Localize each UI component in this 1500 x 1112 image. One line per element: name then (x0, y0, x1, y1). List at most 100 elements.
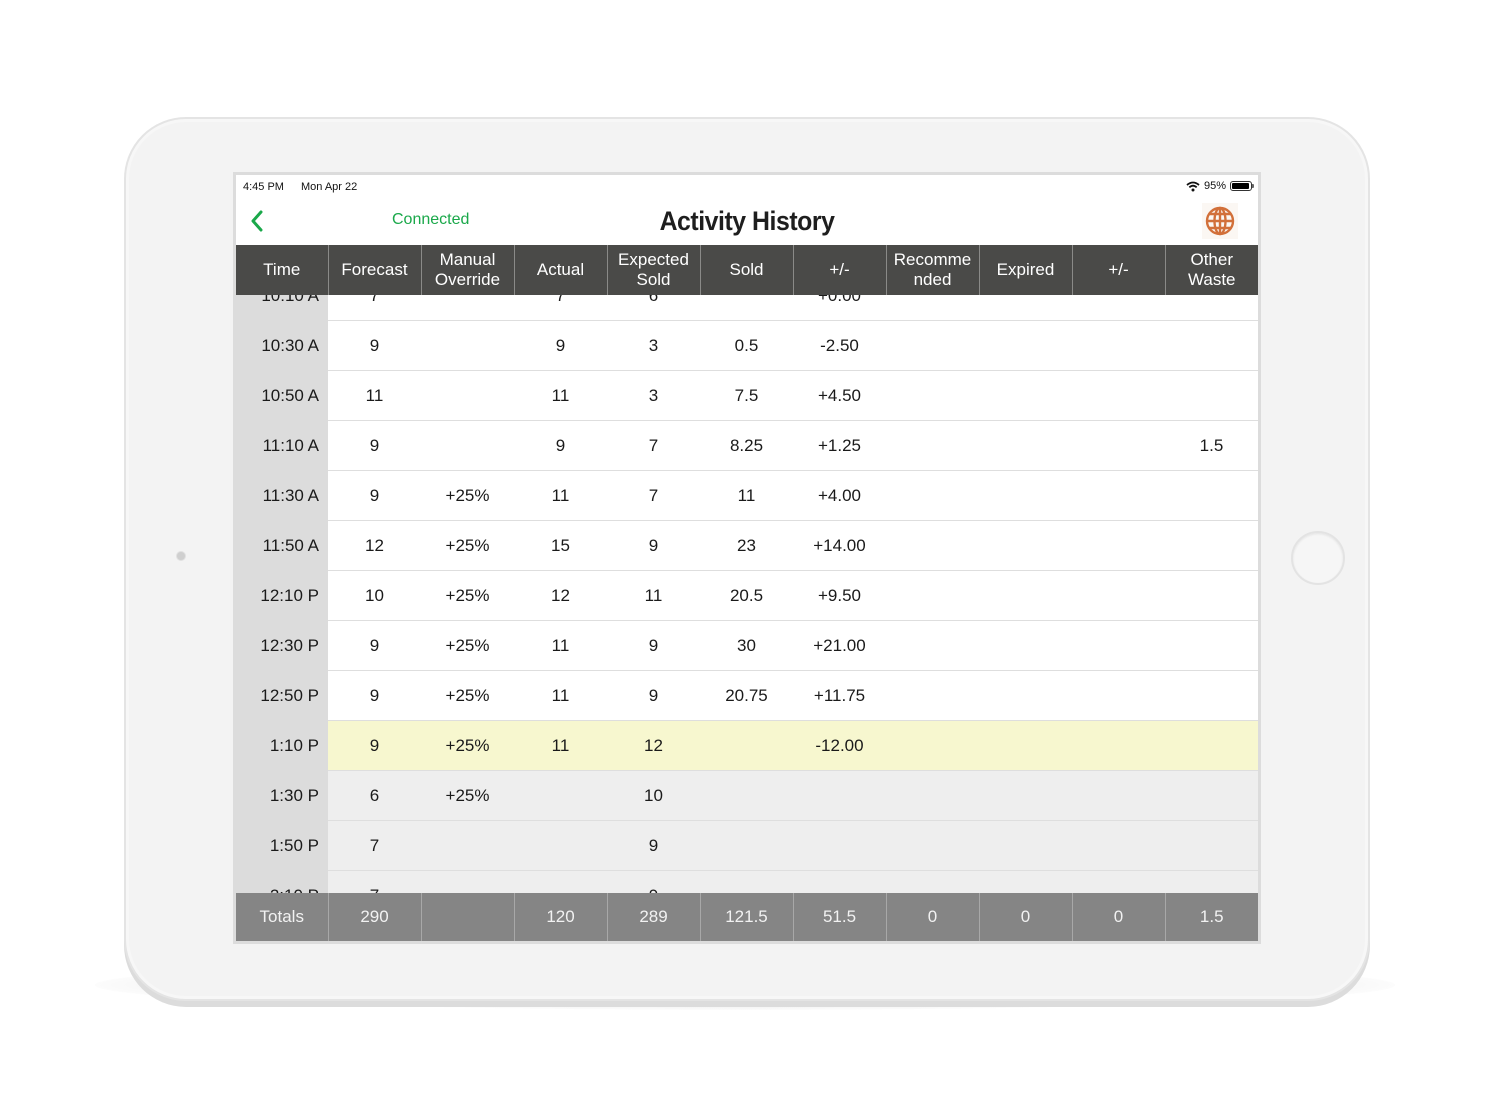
cell-other-waste (1165, 570, 1258, 621)
table-row[interactable]: 11:50 A 12 +25% 15 9 23 +14.00 (236, 520, 1258, 571)
cell-expected-sold: 10 (607, 770, 700, 821)
cell-recommended (886, 720, 979, 771)
column-header-time[interactable]: Time (236, 245, 329, 295)
cell-sold (700, 720, 793, 771)
table-row[interactable]: 12:10 P 10 +25% 12 11 20.5 +9.50 (236, 570, 1258, 621)
table-row[interactable]: 11:30 A 9 +25% 11 7 11 +4.00 (236, 470, 1258, 521)
table-row-current[interactable]: 1:10 P 9 +25% 11 12 -12.00 (236, 720, 1258, 771)
column-header-manual-override[interactable]: Manual Override (421, 245, 515, 295)
table-row[interactable]: 2:10 P7 9 (236, 870, 1258, 893)
status-date: Mon Apr 22 (301, 181, 358, 193)
column-header-label: Override (434, 270, 501, 289)
cell-time: 1:50 P (236, 820, 328, 871)
cell-sold-diff: +14.00 (793, 520, 886, 571)
cell-other-waste (1165, 370, 1258, 421)
column-header-label: Time (263, 260, 301, 279)
cell-expected-sold: 7 (607, 420, 700, 471)
table-row[interactable]: 12:30 P 9 +25% 11 9 30 +21.00 (236, 620, 1258, 671)
cell-sold: 20.75 (700, 670, 793, 721)
cell-actual (514, 820, 607, 871)
column-header-label: Recomme (893, 250, 972, 269)
cell-expired (979, 620, 1072, 671)
cell-time: 11:30 A (236, 470, 328, 521)
cell-time: 2:10 P (236, 870, 328, 893)
cell-other-waste: 1.5 (1165, 420, 1258, 471)
cell-sold (700, 295, 793, 321)
cell-sold-diff (793, 870, 886, 893)
cell-recommended (886, 320, 979, 371)
column-header-expired[interactable]: Expired (979, 245, 1073, 295)
column-header-sold-diff[interactable]: +/- (793, 245, 887, 295)
total-manual-override (421, 893, 515, 941)
home-button[interactable] (1291, 531, 1345, 585)
cell-actual: 11 (514, 470, 607, 521)
cell-expired-diff (1072, 870, 1165, 893)
cell-forecast: 6 (328, 770, 421, 821)
cell-manual-override (421, 320, 514, 371)
cell-sold: 23 (700, 520, 793, 571)
total-recommended: 0 (886, 893, 980, 941)
cell-forecast: 7 (328, 820, 421, 871)
column-header-expected-sold[interactable]: Expected Sold (607, 245, 701, 295)
cell-expired-diff (1072, 820, 1165, 871)
cell-forecast: 12 (328, 520, 421, 571)
table-body: 10:10 A 7 7 6 +0.00 10:30 A 9 9 3 0.5 -2.50 10:50 A… (236, 295, 1258, 893)
column-header-forecast[interactable]: Forecast (328, 245, 422, 295)
cell-sold-diff: +0.00 (793, 295, 886, 321)
cell-expired (979, 520, 1072, 571)
table-row[interactable]: 1:50 P7 9 (236, 820, 1258, 871)
chevron-left-icon[interactable] (246, 207, 270, 235)
cell-expected-sold: 7 (607, 470, 700, 521)
totals-label: Totals (236, 893, 329, 941)
cell-expected-sold: 6 (607, 295, 700, 321)
cell-expected-sold: 9 (607, 620, 700, 671)
column-header-recommended[interactable]: Recomme nded (886, 245, 980, 295)
cell-expected-sold: 9 (607, 820, 700, 871)
cell-recommended (886, 870, 979, 893)
cell-other-waste (1165, 620, 1258, 671)
column-header-expired-diff[interactable]: +/- (1072, 245, 1166, 295)
cell-sold-diff: +21.00 (793, 620, 886, 671)
cell-recommended (886, 520, 979, 571)
table-row[interactable]: 12:50 P 9 +25% 11 9 20.75 +11.75 (236, 670, 1258, 721)
globe-icon[interactable] (1202, 203, 1238, 239)
table-row[interactable]: 10:30 A 9 9 3 0.5 -2.50 (236, 320, 1258, 371)
cell-time: 12:50 P (236, 670, 328, 721)
column-header-sold[interactable]: Sold (700, 245, 794, 295)
cell-recommended (886, 820, 979, 871)
cell-sold: 11 (700, 470, 793, 521)
total-actual: 120 (514, 893, 608, 941)
table-row[interactable]: 11:10 A 9 9 7 8.25 +1.25 1.5 (236, 420, 1258, 471)
cell-other-waste (1165, 870, 1258, 893)
cell-manual-override: +25% (421, 470, 514, 521)
column-header-other-waste[interactable]: Other Waste (1165, 245, 1258, 295)
cell-time: 10:50 A (236, 370, 328, 421)
cell-expired-diff (1072, 295, 1165, 321)
cell-expired-diff (1072, 370, 1165, 421)
cell-actual (514, 870, 607, 893)
table-row[interactable]: 10:10 A 7 7 6 +0.00 (236, 295, 1258, 321)
cell-recommended (886, 470, 979, 521)
cell-sold-diff: +4.00 (793, 470, 886, 521)
column-header-actual[interactable]: Actual (514, 245, 608, 295)
cell-expired (979, 820, 1072, 871)
cell-forecast: 9 (328, 670, 421, 721)
cell-manual-override: +25% (421, 770, 514, 821)
table-row[interactable]: 10:50 A 11 11 3 7.5 +4.50 (236, 370, 1258, 421)
column-header-label: +/- (1108, 260, 1129, 279)
battery-icon (1230, 181, 1254, 191)
table-row[interactable]: 1:30 P 6 +25% 10 (236, 770, 1258, 821)
cell-sold: 30 (700, 620, 793, 671)
cell-forecast: 10 (328, 570, 421, 621)
cell-actual: 12 (514, 570, 607, 621)
cell-time: 11:50 A (236, 520, 328, 571)
cell-recommended (886, 670, 979, 721)
cell-other-waste (1165, 670, 1258, 721)
cell-manual-override: +25% (421, 670, 514, 721)
cell-expected-sold: 12 (607, 720, 700, 771)
screen: 4:45 PM Mon Apr 22 95% Connected Activit… (233, 172, 1261, 944)
table-body-scroll[interactable]: 10:10 A 7 7 6 +0.00 10:30 A 9 9 3 0.5 -2.50 10:50 A… (236, 295, 1258, 893)
cell-expected-sold: 9 (607, 870, 700, 893)
cell-sold-diff: -2.50 (793, 320, 886, 371)
cell-forecast: 9 (328, 620, 421, 671)
